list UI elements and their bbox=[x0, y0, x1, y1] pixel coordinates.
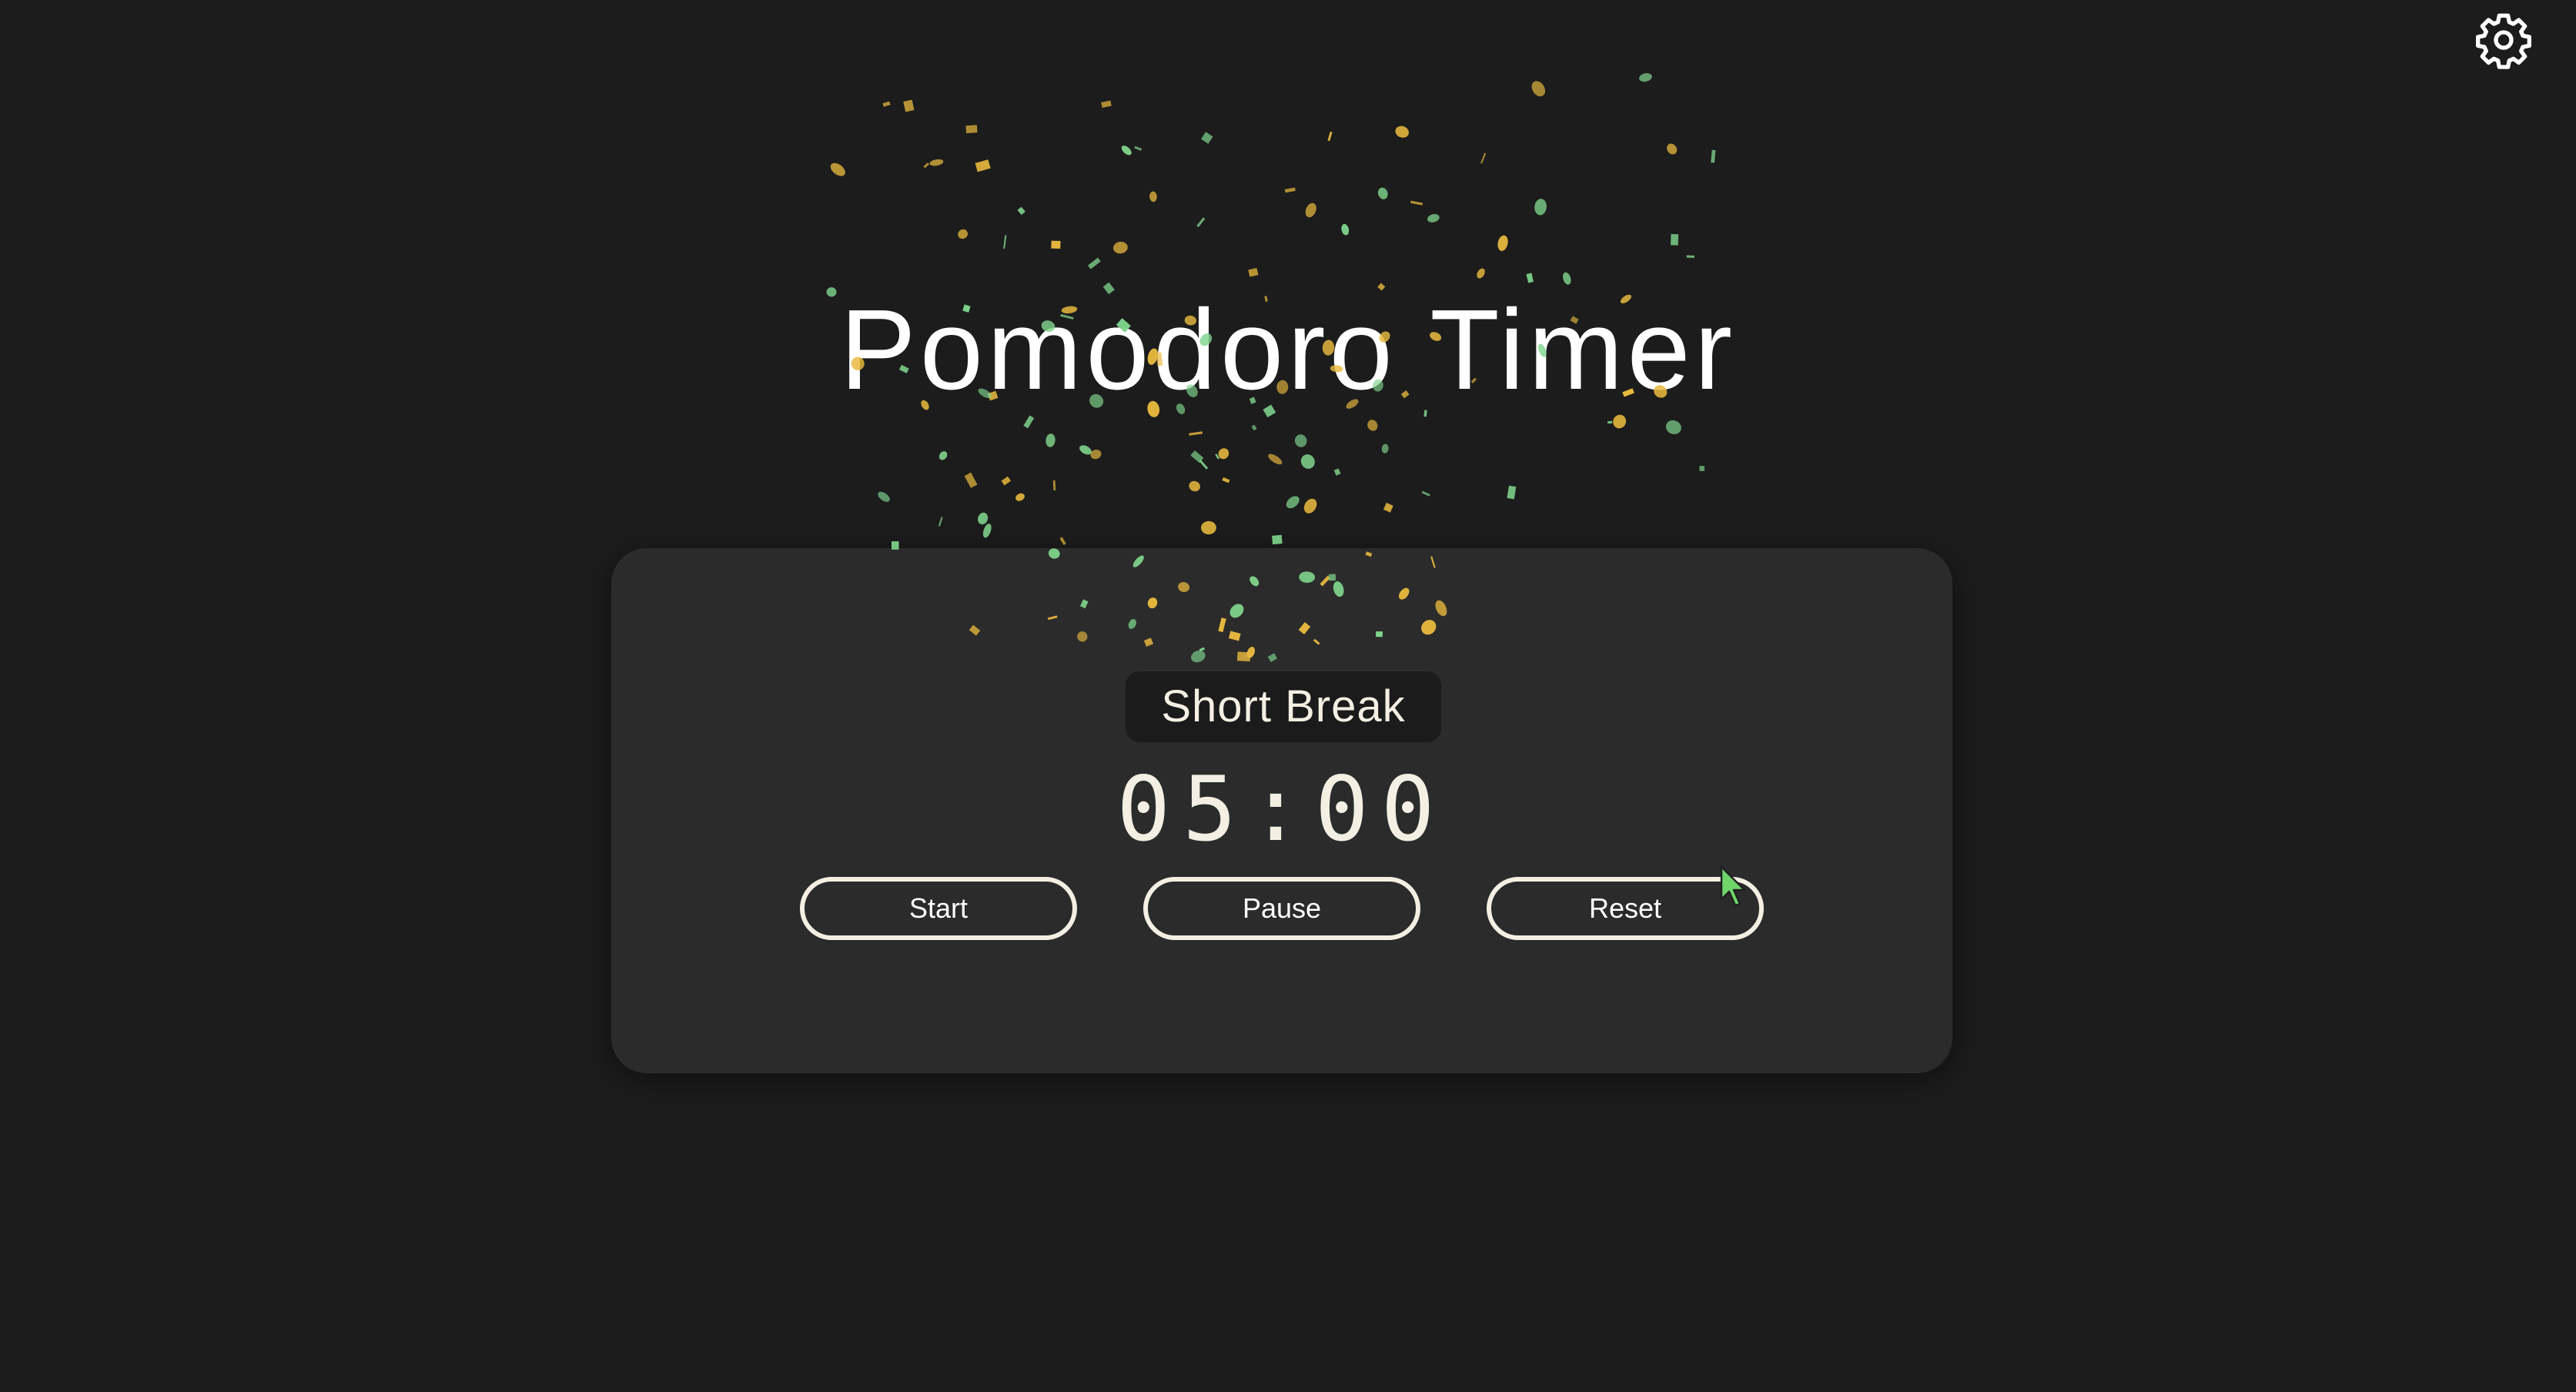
confetti-piece bbox=[965, 125, 978, 134]
confetti-piece bbox=[1001, 476, 1012, 486]
gear-icon bbox=[2476, 13, 2531, 69]
confetti-piece bbox=[1341, 223, 1350, 236]
confetti-piece bbox=[830, 162, 845, 176]
confetti-piece bbox=[1300, 454, 1315, 469]
mode-badge: Short Break bbox=[1126, 671, 1441, 742]
confetti-piece bbox=[1563, 272, 1571, 285]
confetti-piece bbox=[1090, 450, 1102, 460]
confetti-piece bbox=[1534, 199, 1547, 216]
confetti-piece bbox=[1383, 502, 1393, 513]
confetti-piece bbox=[1113, 241, 1128, 254]
mouse-cursor-icon bbox=[1720, 865, 1746, 907]
confetti-piece bbox=[1686, 255, 1694, 258]
confetti-piece bbox=[1052, 480, 1056, 490]
confetti-piece bbox=[1333, 468, 1341, 476]
confetti-piece bbox=[1497, 235, 1508, 252]
confetti-piece bbox=[1201, 132, 1213, 144]
confetti-piece bbox=[1272, 534, 1283, 545]
confetti-piece bbox=[1294, 434, 1307, 447]
confetti-piece bbox=[1017, 206, 1025, 216]
app-root: Pomodoro Timer Short Break 05:00 Start P… bbox=[0, 0, 2576, 1392]
confetti-piece bbox=[1480, 152, 1487, 164]
confetti-piece bbox=[975, 159, 991, 172]
confetti-piece bbox=[1607, 420, 1613, 424]
confetti-piece bbox=[1079, 445, 1092, 455]
confetti-piece bbox=[1121, 146, 1132, 156]
confetti-piece bbox=[903, 99, 915, 112]
confetti-piece bbox=[1427, 213, 1440, 223]
confetti-piece bbox=[1134, 146, 1142, 151]
confetti-piece bbox=[1526, 273, 1534, 283]
confetti-piece bbox=[958, 229, 969, 239]
confetti-piece bbox=[1190, 450, 1204, 463]
confetti-piece bbox=[1248, 267, 1259, 277]
confetti-piece bbox=[1023, 415, 1035, 429]
start-button[interactable]: Start bbox=[800, 877, 1077, 940]
confetti-piece bbox=[1367, 420, 1378, 431]
confetti-piece bbox=[882, 101, 891, 107]
confetti-piece bbox=[1507, 485, 1517, 500]
confetti-piece bbox=[1284, 187, 1296, 193]
confetti-piece bbox=[1218, 448, 1229, 460]
confetti-piece bbox=[1051, 240, 1061, 249]
confetti-piece bbox=[1268, 453, 1283, 465]
confetti-piece bbox=[1665, 420, 1681, 434]
confetti-piece bbox=[1189, 480, 1200, 492]
confetti-piece bbox=[1377, 187, 1388, 199]
timer-display: 05:00 bbox=[1116, 758, 1447, 862]
confetti-piece bbox=[938, 517, 943, 527]
confetti-piece bbox=[1381, 443, 1389, 453]
confetti-piece bbox=[964, 472, 978, 488]
confetti-piece bbox=[1699, 465, 1705, 472]
confetti-piece bbox=[1196, 217, 1206, 228]
confetti-piece bbox=[1015, 493, 1025, 501]
confetti-piece bbox=[1410, 200, 1423, 206]
confetti-piece bbox=[1421, 490, 1430, 497]
confetti-piece bbox=[1671, 233, 1679, 246]
confetti-piece bbox=[978, 512, 989, 525]
confetti-piece bbox=[1305, 202, 1316, 218]
confetti-piece bbox=[1327, 131, 1333, 142]
timer-card: Short Break 05:00 Start Pause Reset bbox=[611, 548, 1952, 1073]
confetti-piece bbox=[1101, 100, 1112, 109]
confetti-piece bbox=[1045, 433, 1055, 447]
confetti-piece bbox=[1639, 73, 1652, 82]
confetti-piece bbox=[929, 159, 944, 166]
confetti-piece bbox=[1477, 268, 1485, 279]
confetti-piece bbox=[1200, 520, 1216, 535]
confetti-piece bbox=[1149, 191, 1157, 202]
confetti-piece bbox=[982, 524, 992, 538]
confetti-piece bbox=[1215, 453, 1219, 460]
confetti-piece bbox=[1711, 149, 1716, 163]
settings-button[interactable] bbox=[2473, 9, 2534, 71]
confetti-piece bbox=[923, 162, 930, 169]
confetti-piece bbox=[1003, 235, 1007, 249]
confetti-piece bbox=[1251, 424, 1257, 431]
confetti-piece bbox=[1222, 477, 1230, 484]
confetti-piece bbox=[1667, 143, 1678, 155]
confetti-piece bbox=[1088, 257, 1101, 269]
confetti-piece bbox=[1303, 498, 1317, 514]
confetti-piece bbox=[1199, 459, 1209, 470]
confetti-piece bbox=[1395, 125, 1409, 138]
confetti-piece bbox=[878, 491, 890, 502]
confetti-piece bbox=[1531, 81, 1546, 97]
confetti-piece bbox=[1286, 496, 1300, 509]
confetti-piece bbox=[1189, 431, 1203, 436]
confetti-piece bbox=[938, 451, 948, 460]
page-title: Pomodoro Timer bbox=[840, 286, 1736, 413]
pause-button[interactable]: Pause bbox=[1143, 877, 1420, 940]
confetti-piece bbox=[1059, 537, 1066, 545]
